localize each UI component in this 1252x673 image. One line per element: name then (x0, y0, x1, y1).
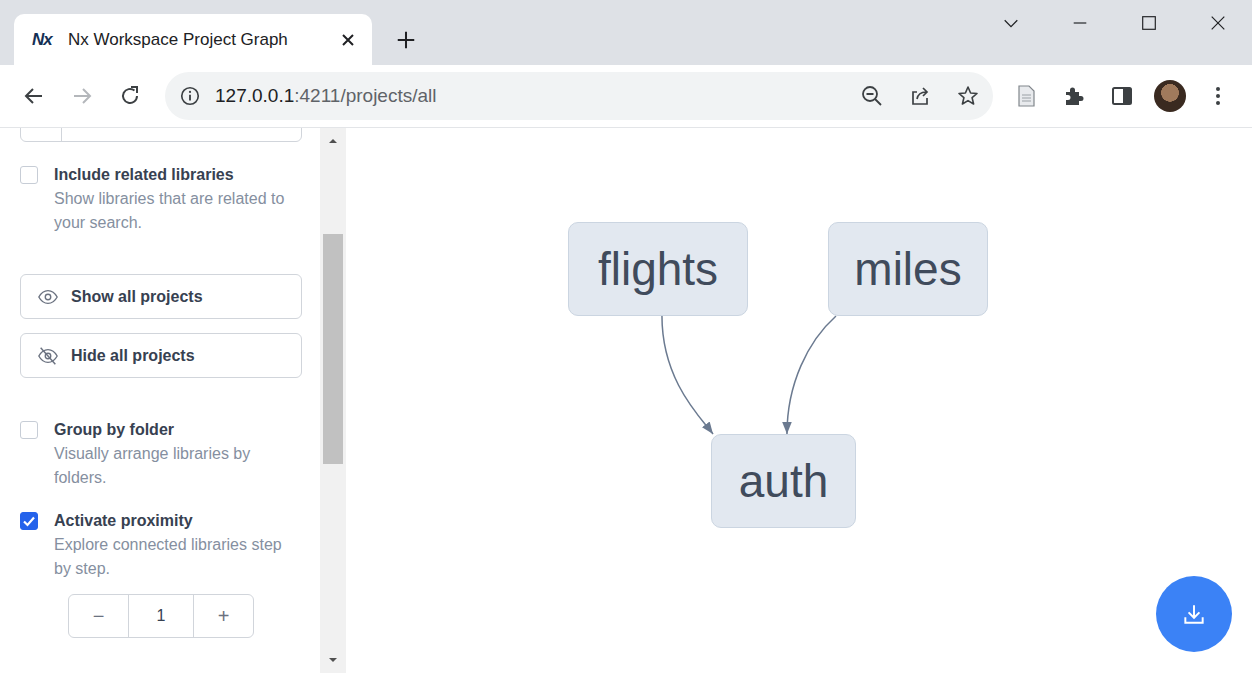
new-tab-icon[interactable] (395, 29, 417, 51)
nx-logo-icon: Nx (32, 30, 60, 50)
sidebar-button[interactable]: Hide all projects (20, 333, 302, 378)
browser-window: Nx Nx Workspace Project Graph 127.0.0.1:42… (0, 0, 1252, 673)
checkbox[interactable] (20, 421, 38, 439)
tab-title: Nx Workspace Project Graph (68, 30, 338, 50)
url-host: 127.0.0.1 (215, 85, 294, 106)
share-icon[interactable] (908, 84, 932, 108)
maximize-icon (1140, 14, 1158, 32)
forward-button[interactable] (62, 76, 102, 116)
address-bar[interactable]: 127.0.0.1:4211/projects/all (165, 72, 993, 120)
minimize-button[interactable] (1045, 0, 1114, 46)
info-icon[interactable] (179, 85, 201, 107)
scroll-up-icon[interactable] (328, 136, 338, 146)
sidebar-button[interactable]: Show all projects (20, 274, 302, 319)
button-label: Hide all projects (71, 347, 195, 365)
side-panel-icon (1110, 84, 1134, 108)
increment-button[interactable]: + (194, 595, 253, 637)
proximity-stepper: −1+ (68, 594, 254, 638)
option-label: Include related libraries (54, 163, 302, 187)
project-node[interactable]: miles (828, 222, 988, 316)
browser-tab[interactable]: Nx Nx Workspace Project Graph (14, 14, 372, 65)
search-addon (21, 128, 62, 141)
zoom-out-icon[interactable] (860, 84, 884, 108)
kebab-menu-icon (1206, 84, 1230, 108)
button-label: Show all projects (71, 288, 203, 306)
download-button[interactable] (1156, 576, 1232, 652)
document-icon (1014, 84, 1038, 108)
sidebar: Include related librariesShow libraries … (0, 128, 320, 673)
option-description: Explore connected libraries step by step… (54, 533, 302, 581)
toolbar: 127.0.0.1:4211/projects/all (0, 65, 1252, 128)
reload-icon (118, 84, 142, 108)
scroll-down-icon[interactable] (328, 655, 338, 665)
decrement-button[interactable]: − (69, 595, 128, 637)
scrollbar-thumb[interactable] (323, 234, 343, 464)
tab-strip: Nx Nx Workspace Project Graph (0, 0, 1252, 65)
dependency-edge[interactable] (787, 316, 836, 434)
eye-off-icon (37, 345, 59, 367)
option-label: Activate proximity (54, 509, 302, 533)
option-description: Show libraries that are related to your … (54, 187, 302, 235)
minimize-icon (1071, 14, 1089, 32)
menu-button[interactable] (1198, 76, 1238, 116)
close-window-button[interactable] (1183, 0, 1252, 46)
profile-button[interactable] (1150, 76, 1190, 116)
project-node[interactable]: auth (711, 434, 856, 528)
scrollbar-track (320, 150, 346, 651)
puzzle-icon (1062, 84, 1086, 108)
graph-canvas[interactable]: flights miles auth (346, 128, 1252, 673)
proximity-value[interactable]: 1 (128, 595, 194, 637)
url-path: :4211/projects/all (294, 85, 436, 106)
checkbox[interactable] (20, 512, 38, 530)
reading-mode-button[interactable] (1006, 76, 1046, 116)
dependency-edge[interactable] (662, 316, 713, 434)
graph-edges (346, 128, 1252, 673)
eye-icon (37, 286, 59, 308)
url-text[interactable]: 127.0.0.1:4211/projects/all (215, 85, 846, 107)
option-description: Visually arrange libraries by folders. (54, 442, 302, 490)
profile-avatar (1154, 80, 1186, 112)
project-node[interactable]: flights (568, 222, 748, 316)
checkmark-icon (20, 512, 38, 530)
checkbox[interactable] (20, 166, 38, 184)
sidebar-scrollbar[interactable] (320, 128, 346, 673)
close-icon[interactable] (338, 30, 358, 50)
download-icon (1181, 601, 1207, 627)
bookmark-star-icon[interactable] (956, 84, 980, 108)
close-icon (1209, 14, 1227, 32)
window-controls (976, 0, 1252, 46)
maximize-button[interactable] (1114, 0, 1183, 46)
extensions-button[interactable] (1054, 76, 1094, 116)
back-button[interactable] (14, 76, 54, 116)
forward-arrow-icon (70, 84, 94, 108)
checkbox-option[interactable]: Activate proximityExplore connected libr… (20, 509, 302, 581)
side-panel-button[interactable] (1102, 76, 1142, 116)
chevron-down-icon (1002, 14, 1020, 32)
back-arrow-icon (22, 84, 46, 108)
search-input[interactable] (20, 128, 302, 142)
page-content: Include related librariesShow libraries … (0, 128, 1252, 673)
option-label: Group by folder (54, 418, 302, 442)
reload-button[interactable] (110, 76, 150, 116)
tab-search-button[interactable] (976, 0, 1045, 46)
checkbox-option[interactable]: Group by folderVisually arrange librarie… (20, 418, 302, 490)
checkbox-option[interactable]: Include related librariesShow libraries … (20, 163, 302, 235)
